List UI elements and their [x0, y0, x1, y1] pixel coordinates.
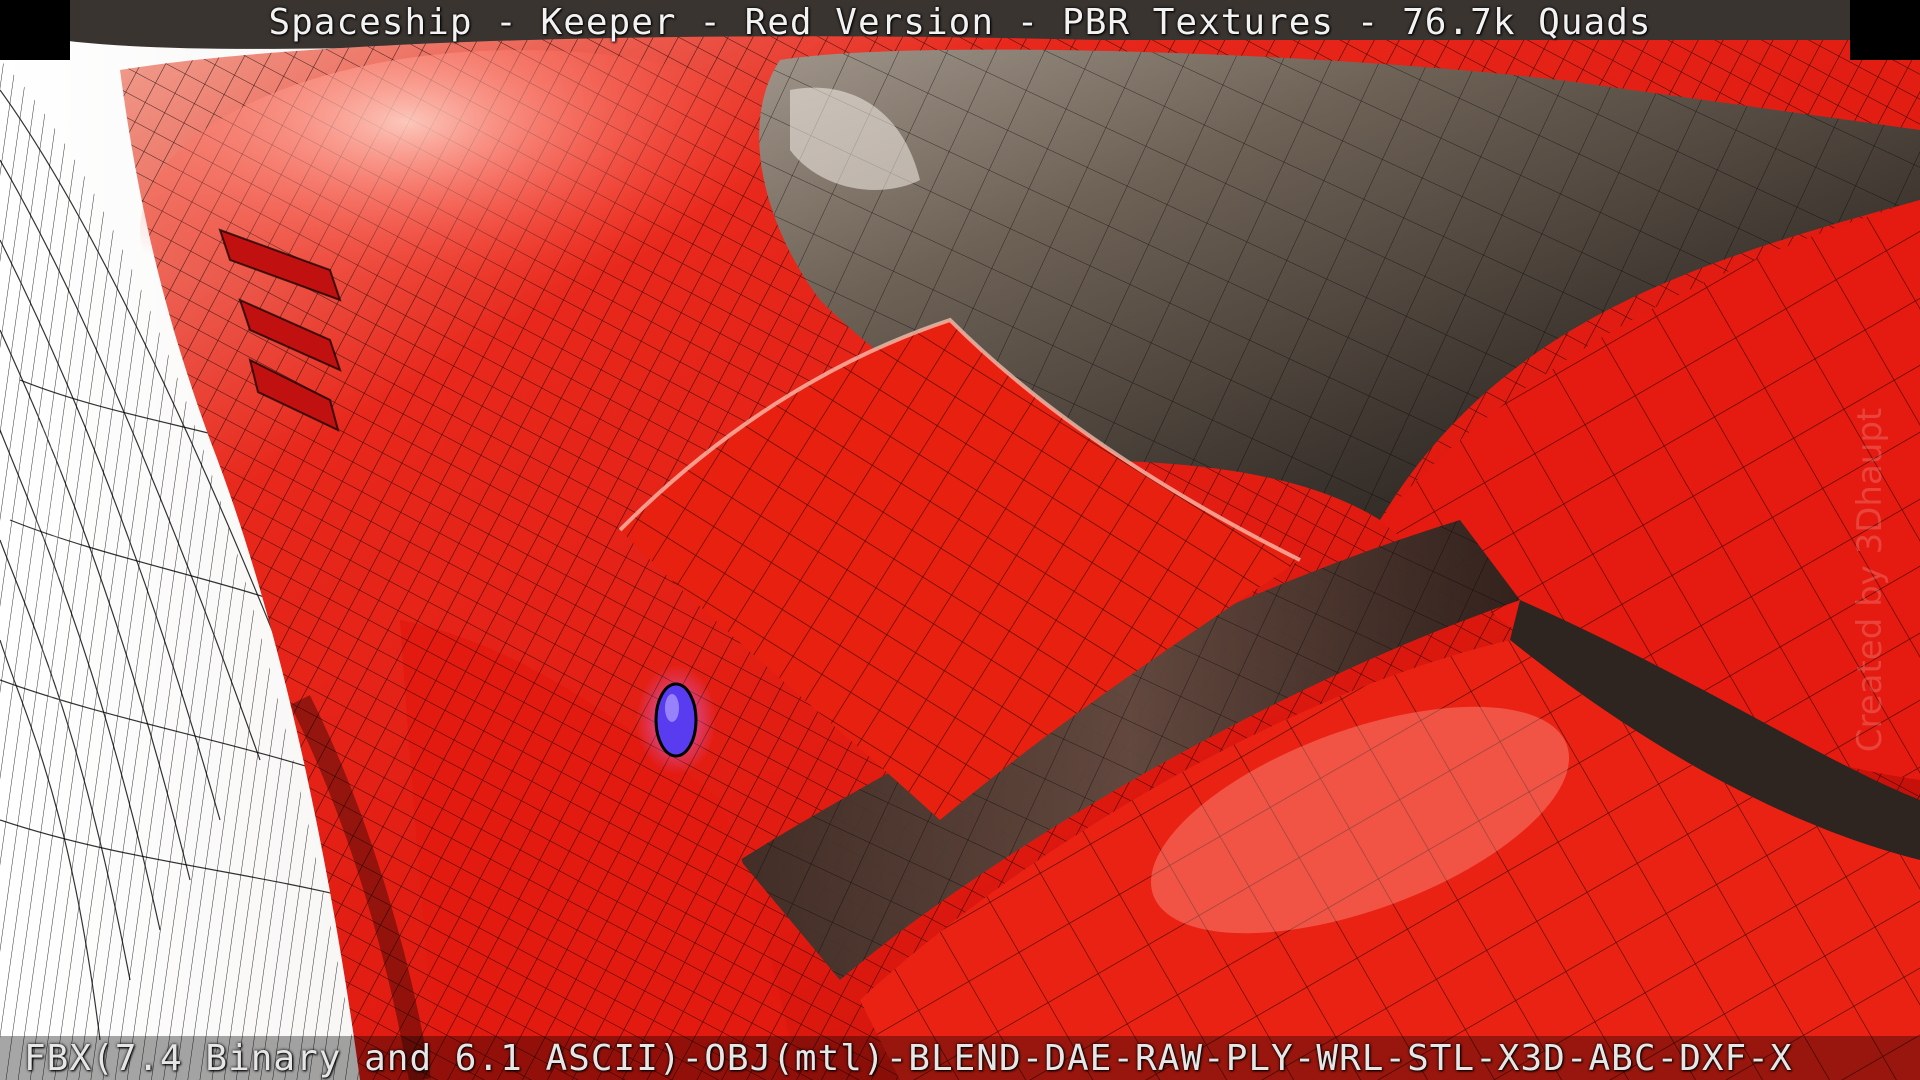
- corner-mask-left: [0, 0, 70, 60]
- corner-mask-right: [1850, 0, 1920, 60]
- formats-overlay: FBX(7.4 Binary and 6.1 ASCII)-OBJ(mtl)-B…: [0, 1036, 1920, 1080]
- light-emitter-icon: [654, 682, 698, 758]
- file-formats-list: FBX(7.4 Binary and 6.1 ASCII)-OBJ(mtl)-B…: [24, 1037, 1793, 1079]
- watermark-right: Created by 3Dhaupt: [1850, 407, 1890, 753]
- render-viewport: [0, 0, 1920, 1080]
- spaceship-render: [0, 0, 1920, 1080]
- watermark-left: Created by 3Dhaupt: [30, 407, 70, 753]
